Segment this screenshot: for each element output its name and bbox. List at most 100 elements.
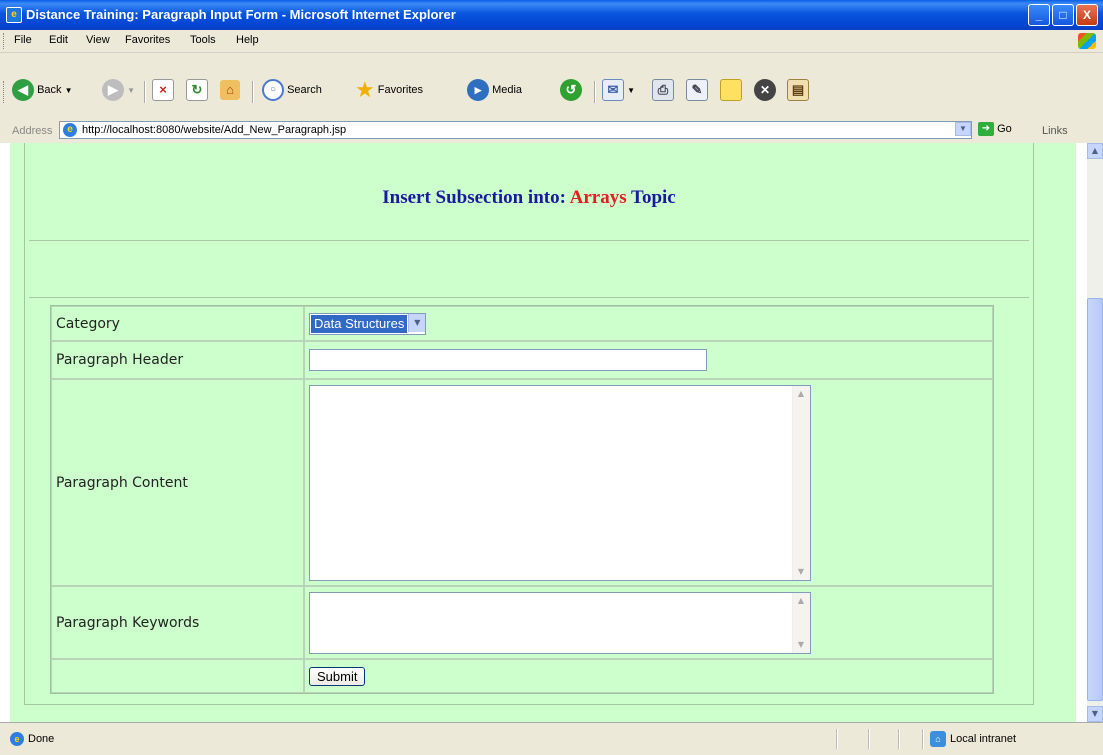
- submit-cell: Submit: [304, 659, 993, 693]
- divider: [29, 240, 1029, 241]
- discuss-button[interactable]: [720, 77, 742, 103]
- mail-dropdown-icon[interactable]: ▼: [627, 86, 635, 95]
- home-icon: ⌂: [220, 80, 240, 101]
- paragraph-content-textarea[interactable]: ▲ ▼: [309, 384, 811, 581]
- address-url[interactable]: http://localhost:8080/website/Add_New_Pa…: [82, 124, 346, 136]
- messenger-icon: ✕: [754, 79, 776, 102]
- search-icon: ○: [262, 79, 284, 102]
- page-viewport: Insert Subsection into: Arrays Topic Cat…: [0, 143, 1087, 722]
- minimize-button[interactable]: _: [1028, 4, 1050, 26]
- go-arrow-icon: ➜: [978, 122, 994, 136]
- forward-arrow-icon: ▶: [102, 79, 124, 102]
- history-icon: ↺: [560, 79, 582, 102]
- page-scrollbar[interactable]: ▲ ▼: [1087, 143, 1103, 722]
- close-button[interactable]: X: [1076, 4, 1098, 26]
- content-label: Paragraph Content: [51, 379, 304, 586]
- window-title: Distance Training: Paragraph Input Form …: [26, 7, 456, 22]
- toolbar-grip[interactable]: [3, 81, 7, 103]
- search-label: Search: [287, 84, 322, 96]
- submit-button[interactable]: Submit: [309, 666, 366, 686]
- textarea-scrollbar[interactable]: ▲ ▼: [792, 385, 810, 580]
- intranet-zone-icon: ⌂: [930, 731, 946, 747]
- header-cell: [304, 341, 993, 379]
- menu-tools[interactable]: Tools: [190, 34, 216, 46]
- research-button[interactable]: ▤: [787, 77, 809, 103]
- scroll-down-icon[interactable]: ▼: [794, 638, 808, 652]
- toolbar-separator: [252, 81, 254, 103]
- paragraph-header-input[interactable]: [309, 349, 707, 371]
- category-select[interactable]: Data Structures ▼: [309, 312, 427, 335]
- status-pane-divider: [836, 729, 838, 749]
- scroll-up-icon[interactable]: ▲: [794, 387, 808, 401]
- form-row-content: Paragraph Content ▲ ▼: [51, 379, 993, 586]
- ie-page-icon: e: [63, 123, 77, 137]
- mail-button[interactable]: ✉ ▼: [602, 77, 635, 103]
- scroll-down-icon[interactable]: ▼: [1087, 706, 1103, 722]
- page-heading: Insert Subsection into: Arrays Topic: [25, 143, 1033, 253]
- menu-edit[interactable]: Edit: [49, 34, 68, 46]
- research-icon: ▤: [787, 79, 809, 102]
- category-cell: Data Structures ▼: [304, 306, 993, 341]
- menu-view[interactable]: View: [86, 34, 110, 46]
- status-pane-divider: [922, 729, 924, 749]
- category-label: Category: [51, 306, 304, 341]
- scroll-up-icon[interactable]: ▲: [794, 594, 808, 608]
- stop-icon: ×: [152, 79, 174, 102]
- media-button[interactable]: ▸ Media: [467, 77, 522, 103]
- page-body: Insert Subsection into: Arrays Topic Cat…: [10, 143, 1076, 722]
- paragraph-keywords-textarea[interactable]: ▲ ▼: [309, 591, 811, 654]
- textarea-scrollbar[interactable]: ▲ ▼: [792, 592, 810, 653]
- favorites-button[interactable]: ★ Favorites: [355, 77, 423, 103]
- maximize-button[interactable]: □: [1052, 4, 1074, 26]
- keywords-cell: ▲ ▼: [304, 586, 993, 659]
- content-cell: ▲ ▼: [304, 379, 993, 586]
- standard-toolbar: ◀ Back ▼ ▶ ▼ × ↻ ⌂ ○ Search ★ Favorites …: [0, 53, 1103, 120]
- status-pane-divider: [868, 729, 870, 749]
- chevron-down-icon[interactable]: ▼: [408, 313, 426, 332]
- search-button[interactable]: ○ Search: [262, 77, 322, 103]
- mail-icon: ✉: [602, 79, 624, 102]
- address-dropdown-icon[interactable]: ▼: [955, 122, 971, 136]
- scrollbar-thumb[interactable]: [1087, 298, 1103, 701]
- menu-favorites[interactable]: Favorites: [125, 34, 170, 46]
- form-row-submit: Submit: [51, 659, 993, 693]
- history-button[interactable]: ↺: [560, 77, 582, 103]
- address-input[interactable]: e http://localhost:8080/website/Add_New_…: [59, 121, 972, 139]
- go-button[interactable]: ➜ Go: [978, 122, 1012, 136]
- zone-label: Local intranet: [950, 733, 1017, 745]
- heading-prefix: Insert Subsection into:: [382, 187, 566, 208]
- menu-help[interactable]: Help: [236, 34, 259, 46]
- stop-button[interactable]: ×: [152, 77, 174, 103]
- menu-grip[interactable]: [3, 33, 7, 49]
- scroll-down-icon[interactable]: ▼: [794, 565, 808, 579]
- refresh-button[interactable]: ↻: [186, 77, 208, 103]
- address-label: Address: [12, 125, 53, 137]
- media-icon: ▸: [467, 79, 489, 102]
- forward-button[interactable]: ▶ ▼: [102, 77, 135, 103]
- messenger-button[interactable]: ✕: [754, 77, 776, 103]
- heading-topic: Arrays: [569, 187, 627, 208]
- print-button[interactable]: ⎙: [652, 77, 674, 103]
- forward-dropdown-icon[interactable]: ▼: [127, 86, 135, 95]
- links-button[interactable]: Links: [1042, 125, 1068, 137]
- back-button[interactable]: ◀ Back ▼: [12, 77, 73, 103]
- heading-suffix: Topic: [631, 187, 676, 208]
- category-selected-value: Data Structures: [311, 314, 408, 333]
- status-bar: e Done ⌂ Local intranet: [0, 722, 1103, 755]
- ie-status-icon: e: [10, 732, 24, 746]
- empty-cell: [51, 659, 304, 693]
- toolbar-separator: [144, 81, 146, 103]
- back-dropdown-icon[interactable]: ▼: [65, 86, 73, 95]
- note-icon: [720, 79, 742, 102]
- favorites-label: Favorites: [377, 84, 424, 96]
- home-button[interactable]: ⌂: [220, 77, 240, 103]
- ie-window-icon[interactable]: e: [6, 7, 22, 23]
- back-label: Back: [37, 84, 62, 96]
- scroll-up-icon[interactable]: ▲: [1087, 143, 1103, 159]
- edit-button[interactable]: ✎: [686, 77, 708, 103]
- toolbar-separator: [594, 81, 596, 103]
- title-bar: e Distance Training: Paragraph Input For…: [0, 0, 1103, 30]
- form-row-keywords: Paragraph Keywords ▲ ▼: [51, 586, 993, 659]
- media-label: Media: [492, 84, 523, 96]
- menu-file[interactable]: File: [14, 34, 32, 46]
